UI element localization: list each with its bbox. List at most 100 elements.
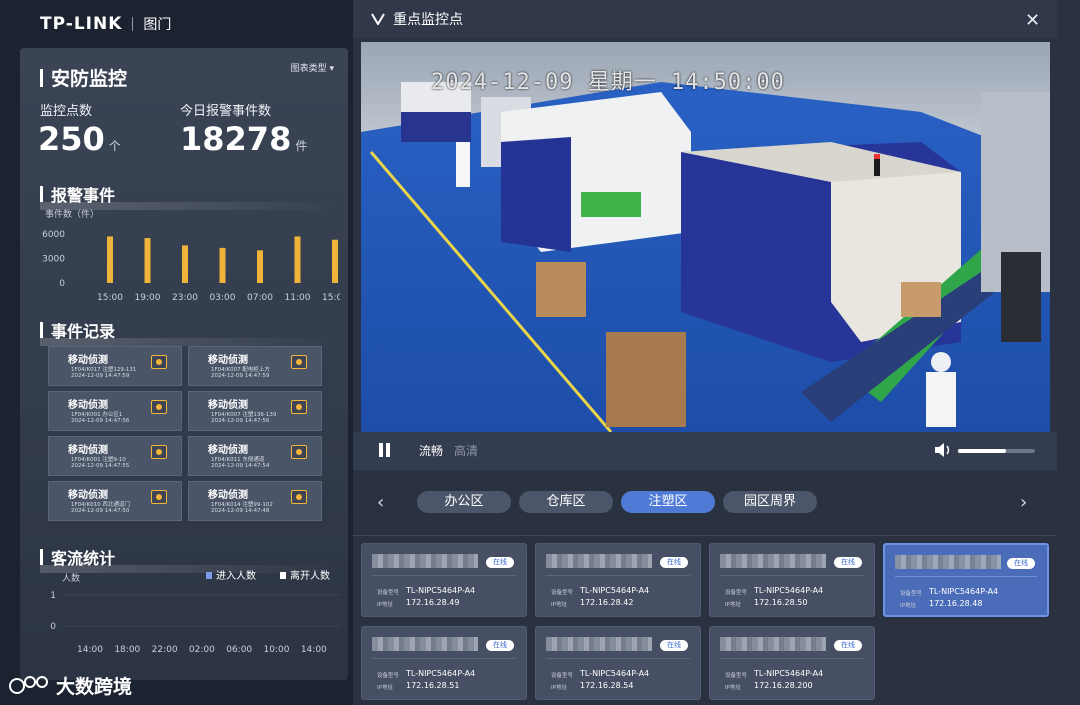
camera-icon[interactable]: [291, 355, 307, 369]
ip-key: IP地址: [377, 602, 393, 608]
alarm-x-tick: 15:00: [97, 293, 123, 303]
flow-y-axis-label: 人数: [62, 572, 80, 584]
zone-tab[interactable]: 办公区: [417, 491, 511, 513]
chevron-right-icon[interactable]: ›: [1020, 492, 1027, 513]
event-location: 1F04/K014 注塑99-102: [211, 502, 273, 508]
event-record-card[interactable]: 移动侦测 1F04/K007 注塑136-139 2024-12-09 14:47:…: [188, 391, 322, 431]
device-card[interactable]: 在线 设备型号 TL-NIPC5464P-A4 IP地址 172.16.28.54: [535, 626, 701, 700]
alarm-bar: [294, 236, 301, 283]
model-key: 设备型号: [900, 591, 923, 597]
volume-icon[interactable]: [933, 440, 953, 460]
event-type: 移动侦测: [208, 400, 248, 411]
status-badge: 在线: [486, 557, 514, 568]
event-location: 1F04/K007 注塑136-139: [211, 412, 277, 418]
points-value: 250: [38, 120, 105, 158]
status-badge: 在线: [486, 640, 514, 651]
alarms-stat: 18278 件: [180, 120, 307, 158]
event-location: 1F04/K011 东侧通道: [211, 457, 265, 463]
alarm-y-tick: 6000: [42, 230, 65, 240]
alarm-bar-chart: 事件数（件） 6000 3000 0 15:00 19:00 23:00 03:00 07:…: [42, 208, 340, 303]
camera-icon[interactable]: [291, 400, 307, 414]
brand-divider: [132, 17, 134, 31]
pause-icon[interactable]: [379, 443, 391, 457]
status-badge: 在线: [1007, 558, 1035, 569]
device-card[interactable]: 在线 设备型号 TL-NIPC5464P-A4 IP地址 172.16.28.200: [709, 626, 875, 700]
quality-hd-option[interactable]: 高清: [454, 442, 478, 459]
event-record-card[interactable]: 移动侦测 1F04/K011 东侧通道 2024-12-09 14:47:54: [188, 436, 322, 476]
flow-x-tick: 14:00: [77, 645, 103, 655]
event-type: 移动侦测: [68, 490, 108, 501]
title-marker: [40, 549, 43, 565]
zone-tab[interactable]: 仓库区: [519, 491, 613, 513]
device-card[interactable]: 在线 设备型号 TL-NIPC5464P-A4 IP地址 172.16.28.51: [361, 626, 527, 700]
zone-tab[interactable]: 园区周界: [723, 491, 817, 513]
camera-icon[interactable]: [151, 355, 167, 369]
camera-icon[interactable]: [151, 445, 167, 459]
event-time: 2024-12-09 14:47:59: [71, 373, 130, 379]
model-key: 设备型号: [551, 590, 574, 596]
card-divider: [720, 658, 864, 659]
event-record-card[interactable]: 移动侦测 1F04/K001 注塑9-10 2024-12-09 14:47:55: [48, 436, 182, 476]
device-card[interactable]: 在线 设备型号 TL-NIPC5464P-A4 IP地址 172.16.28.50: [709, 543, 875, 617]
blurred-device-name: [720, 554, 826, 568]
blurred-device-name: [546, 637, 652, 651]
quality-smooth-option[interactable]: 流畅: [419, 442, 443, 459]
event-location: 1F04/K010 西北通道门: [71, 502, 130, 508]
device-card[interactable]: 在线 设备型号 TL-NIPC5464P-A4 IP地址 172.16.28.42: [535, 543, 701, 617]
event-record-card[interactable]: 移动侦测 1F04/K007 配电柜上方 2024-12-09 14:47:59: [188, 346, 322, 386]
card-divider: [720, 575, 864, 576]
ip-key: IP地址: [377, 685, 393, 691]
event-type: 移动侦测: [208, 490, 248, 501]
blurred-device-name: [546, 554, 652, 568]
device-card[interactable]: 在线 设备型号 TL-NIPC5464P-A4 IP地址 172.16.28.48: [883, 543, 1049, 617]
device-card[interactable]: 在线 设备型号 TL-NIPC5464P-A4 IP地址 172.16.28.49: [361, 543, 527, 617]
event-record-card[interactable]: 移动侦测 1F04/K010 西北通道门 2024-12-09 14:47:50: [48, 481, 182, 521]
alarm-y-tick: 3000: [42, 255, 65, 265]
camera-video-feed[interactable]: 2024-12-09 星期一 14:50:00: [361, 42, 1050, 432]
flow-y-tick: 0: [50, 622, 56, 632]
event-record-card[interactable]: 移动侦测 1F04/K014 注塑99-102 2024-12-09 14:47:4…: [188, 481, 322, 521]
brand-bar: TP-LINK 图门: [0, 0, 350, 48]
passenger-flow-title-block: 客流统计: [40, 545, 340, 573]
legend-label: 离开人数: [290, 569, 330, 582]
flow-x-tick: 06:00: [226, 645, 252, 655]
alarm-bar: [182, 245, 188, 283]
model-value: TL-NIPC5464P-A4: [580, 586, 650, 595]
chevron-left-icon[interactable]: ‹: [377, 492, 384, 513]
model-value: TL-NIPC5464P-A4: [754, 669, 824, 678]
event-time: 2024-12-09 14:47:50: [71, 508, 130, 514]
volume-slider[interactable]: [958, 449, 1035, 453]
ip-value: 172.16.28.54: [580, 681, 634, 690]
ip-key: IP地址: [725, 685, 741, 691]
ip-key: IP地址: [551, 685, 567, 691]
chevron-down-icon: ▾: [329, 64, 334, 74]
camera-icon[interactable]: [291, 445, 307, 459]
flow-x-tick: 02:00: [189, 645, 215, 655]
camera-icon[interactable]: [291, 490, 307, 504]
model-value: TL-NIPC5464P-A4: [929, 587, 999, 596]
title-underline: [40, 338, 340, 346]
chevron-down-icon: [371, 13, 385, 25]
event-time: 2024-12-09 14:47:56: [211, 418, 270, 424]
security-title-block: 安防监控: [40, 64, 127, 91]
zone-tab[interactable]: 注塑区: [621, 491, 715, 513]
alarm-bar: [257, 250, 263, 283]
camera-icon[interactable]: [151, 490, 167, 504]
event-record-card[interactable]: 移动侦测 1F04/K017 注塑129-131 2024-12-09 14:47:…: [48, 346, 182, 386]
model-value: TL-NIPC5464P-A4: [406, 586, 476, 595]
blurred-device-name: [372, 554, 478, 568]
event-record-card[interactable]: 移动侦测 1F04/K001 办公区1 2024-12-09 14:47:56: [48, 391, 182, 431]
alarm-y-tick: 0: [59, 279, 65, 289]
security-title: 安防监控: [51, 68, 128, 90]
close-icon[interactable]: ✕: [1025, 10, 1040, 31]
alarm-y-axis-label: 事件数（件）: [45, 208, 99, 220]
points-label: 监控点数: [40, 104, 93, 119]
camera-icon[interactable]: [151, 400, 167, 414]
watermark-text: 大数跨境: [56, 676, 133, 698]
model-value: TL-NIPC5464P-A4: [754, 586, 824, 595]
chart-type-dropdown[interactable]: 图表类型 ▾: [291, 61, 334, 74]
event-time: 2024-12-09 14:47:55: [71, 463, 130, 469]
status-badge: 在线: [660, 640, 688, 651]
alarm-bar: [219, 247, 226, 283]
alarms-unit: 件: [295, 139, 308, 153]
